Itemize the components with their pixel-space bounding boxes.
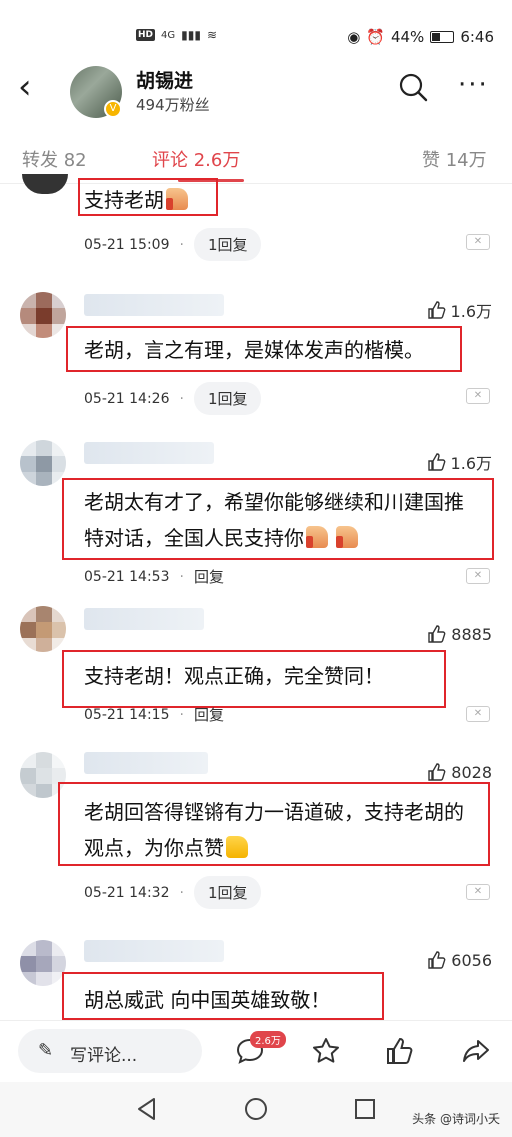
dismiss-icon[interactable]: ✕ <box>466 884 490 900</box>
profile-name[interactable]: 胡锡进 <box>136 66 193 93</box>
avatar[interactable] <box>20 940 66 986</box>
dismiss-icon[interactable]: ✕ <box>466 568 490 584</box>
tab-bar: 转发 82 评论 2.6万 赞 14万 <box>0 138 512 184</box>
highlight-box <box>58 782 490 866</box>
reply-button[interactable]: 1回复 <box>193 228 262 261</box>
like-count[interactable]: 8885 <box>427 624 492 644</box>
comment-meta: 05-21 14:32 · 1回复 <box>84 876 262 909</box>
comment-time: 05-21 15:09 <box>84 236 170 253</box>
clock: 6:46 <box>460 28 494 46</box>
status-right: ◉ ⏰ 44% 6:46 <box>347 28 494 46</box>
thumbs-up-icon <box>427 301 445 319</box>
comment-meta: 05-21 14:26 · 1回复 <box>84 382 262 415</box>
like-count-label: 1.6万 <box>450 454 492 473</box>
comment-time: 05-21 14:32 <box>84 884 170 901</box>
battery-percent: 44% <box>390 28 425 46</box>
reply-button[interactable]: 回复 <box>194 566 224 587</box>
blurred-username[interactable] <box>84 608 204 630</box>
reply-button[interactable]: 回复 <box>194 704 224 725</box>
thumbs-up-icon <box>428 625 446 643</box>
signal-icon: ▮▮▮ <box>181 28 201 42</box>
nav-back-icon[interactable] <box>134 1096 160 1122</box>
blurred-username[interactable] <box>84 442 214 464</box>
tab-repost[interactable]: 转发 82 <box>22 146 87 172</box>
like-count[interactable]: 6056 <box>427 950 492 970</box>
highlight-box <box>62 972 384 1020</box>
star-icon[interactable] <box>310 1035 342 1067</box>
eye-icon: ◉ <box>347 28 361 46</box>
avatar[interactable] <box>20 292 66 338</box>
avatar[interactable] <box>20 606 66 652</box>
fans-count: 494万粉丝 <box>136 96 210 114</box>
comment-meta: 05-21 14:53 · 回复 <box>84 566 224 587</box>
header: ‹ V 胡锡进 494万粉丝 ··· <box>0 56 512 126</box>
highlight-box <box>62 650 446 708</box>
blurred-username[interactable] <box>84 294 224 316</box>
comment-meta: 05-21 15:09 · 1回复 <box>84 228 262 261</box>
nav-home-icon[interactable] <box>243 1096 269 1122</box>
reply-button[interactable]: 1回复 <box>193 876 262 909</box>
status-left: HD 4G ▮▮▮ ≋ <box>136 28 217 42</box>
comment-time: 05-21 14:15 <box>84 706 170 723</box>
wifi-icon: ≋ <box>206 28 218 42</box>
share-icon[interactable] <box>460 1035 492 1067</box>
nav-recents-icon[interactable] <box>352 1096 378 1122</box>
thumbs-up-icon[interactable] <box>384 1035 416 1067</box>
watermark: 头条 @诗词小夭 <box>412 1112 500 1126</box>
status-bar: HD 4G ▮▮▮ ≋ ◉ ⏰ 44% 6:46 <box>0 0 512 56</box>
tab-comments[interactable]: 评论 2.6万 <box>152 146 240 172</box>
search-icon[interactable] <box>398 72 428 102</box>
comment-count-badge: 2.6万 <box>250 1031 286 1048</box>
dismiss-icon[interactable]: ✕ <box>466 388 490 404</box>
highlight-box <box>62 478 494 560</box>
alarm-icon: ⏰ <box>366 28 385 46</box>
write-comment-input[interactable]: ✎ 写评论... <box>18 1029 202 1073</box>
v-badge-icon: V <box>104 100 122 118</box>
dismiss-icon[interactable]: ✕ <box>466 234 490 250</box>
like-count[interactable]: 1.6万 <box>427 450 492 474</box>
network-indicator: 4G <box>161 29 176 41</box>
comment-time: 05-21 14:53 <box>84 568 170 585</box>
avatar[interactable] <box>22 174 68 194</box>
highlight-box <box>78 178 218 216</box>
hd-indicator: HD <box>136 29 156 41</box>
back-arrow-icon[interactable]: ‹ <box>18 70 32 104</box>
more-icon[interactable]: ··· <box>458 70 489 100</box>
like-count-label: 8028 <box>451 762 492 782</box>
like-count-label: 8885 <box>451 624 492 644</box>
like-count-label: 1.6万 <box>450 302 492 321</box>
bottom-action-bar: ✎ 写评论... 2.6万 <box>0 1020 512 1082</box>
thumbs-up-icon <box>427 453 445 471</box>
like-count[interactable]: 1.6万 <box>427 298 492 322</box>
system-nav-bar: 头条 @诗词小夭 <box>0 1082 512 1137</box>
like-count-label: 6056 <box>451 950 492 970</box>
write-comment-label: 写评论... <box>70 1046 138 1066</box>
tab-likes[interactable]: 赞 14万 <box>422 146 487 172</box>
comment-time: 05-21 14:26 <box>84 390 170 407</box>
battery-icon <box>430 31 455 43</box>
dismiss-icon[interactable]: ✕ <box>466 706 490 722</box>
reply-button[interactable]: 1回复 <box>193 382 262 415</box>
pencil-icon: ✎ <box>38 1040 54 1061</box>
like-count[interactable]: 8028 <box>427 762 492 782</box>
avatar[interactable] <box>20 440 66 486</box>
thumbs-up-icon <box>428 951 446 969</box>
highlight-box <box>66 326 462 372</box>
blurred-username[interactable] <box>84 940 224 962</box>
comment-meta: 05-21 14:15 · 回复 <box>84 704 224 725</box>
thumbs-up-icon <box>428 763 446 781</box>
blurred-username[interactable] <box>84 752 208 774</box>
